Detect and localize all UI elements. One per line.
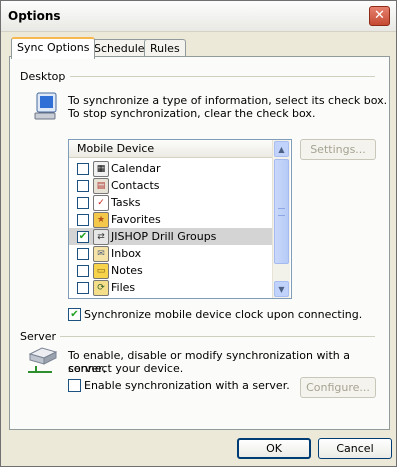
tab-panel: Desktop To synchronize a type of informa… — [9, 56, 390, 430]
list-item-tasks[interactable]: ✓ Tasks — [69, 194, 272, 211]
calendar-icon: ▦ — [93, 161, 109, 177]
tab-label: Rules — [150, 42, 180, 55]
clock-sync-label: Synchronize mobile device clock upon con… — [84, 308, 363, 321]
inbox-icon: ✉ — [93, 246, 109, 262]
server-section-label: Server — [20, 330, 57, 343]
sync-provider-icon: ⇄ — [93, 229, 109, 245]
list-item-label: Notes — [111, 264, 143, 277]
list-item-inbox[interactable]: ✉ Inbox — [69, 245, 272, 262]
tasks-icon: ✓ — [93, 195, 109, 211]
tab-sync-options[interactable]: Sync Options — [11, 37, 96, 59]
calendar-checkbox[interactable] — [77, 163, 89, 175]
list-item-favorites[interactable]: ★ Favorites — [69, 211, 272, 228]
notes-icon: ▭ — [93, 263, 109, 279]
clock-sync-checkbox[interactable]: ✔ — [68, 308, 81, 321]
scroll-down-icon[interactable]: ▼ — [274, 281, 289, 297]
desktop-divider — [70, 76, 375, 77]
list-item-jishop-drill-groups[interactable]: ✔ ⇄ JISHOP Drill Groups — [69, 228, 272, 245]
tab-label: Schedule — [94, 42, 145, 55]
contacts-checkbox[interactable] — [77, 180, 89, 192]
list-item-label: Favorites — [111, 213, 161, 226]
notes-checkbox[interactable] — [77, 265, 89, 277]
cancel-button[interactable]: Cancel — [318, 438, 392, 459]
contacts-icon: ▤ — [93, 178, 109, 194]
desktop-section-label: Desktop — [20, 70, 66, 83]
enable-server-sync-label: Enable synchronization with a server. — [84, 379, 290, 392]
scroll-thumb[interactable] — [274, 159, 289, 264]
ok-button[interactable]: OK — [237, 438, 311, 459]
window-title: Options — [8, 9, 61, 23]
list-item-label: Inbox — [111, 247, 142, 260]
options-dialog: Options ✕ Sync Options Schedule Rules De… — [0, 0, 397, 467]
inbox-checkbox[interactable] — [77, 248, 89, 260]
server-instruction-2: connect your device. — [68, 362, 184, 375]
jishop-drill-groups-checkbox[interactable]: ✔ — [77, 231, 89, 243]
files-icon: ⟳ — [93, 280, 109, 296]
list-column-header[interactable]: Mobile Device — [69, 140, 272, 158]
monitor-icon — [32, 91, 62, 126]
grip-icon — [278, 208, 285, 216]
list-item-contacts[interactable]: ▤ Contacts — [69, 177, 272, 194]
scroll-up-icon[interactable]: ▲ — [274, 141, 289, 157]
list-item-label: Files — [111, 281, 136, 294]
list-scrollbar[interactable]: ▲ ▼ — [272, 140, 290, 298]
server-divider — [60, 336, 375, 337]
enable-server-sync-checkbox[interactable] — [68, 379, 81, 392]
settings-button[interactable]: Settings... — [300, 139, 376, 160]
title-bar[interactable]: Options ✕ — [1, 1, 396, 32]
server-icon — [26, 346, 60, 379]
list-item-label: Tasks — [111, 196, 141, 209]
list-item-label: Contacts — [111, 179, 160, 192]
favorites-checkbox[interactable] — [77, 214, 89, 226]
list-item-label: JISHOP Drill Groups — [111, 230, 217, 243]
files-checkbox[interactable] — [77, 282, 89, 294]
desktop-instruction-1: To synchronize a type of information, se… — [68, 94, 388, 107]
list-item-calendar[interactable]: ▦ Calendar — [69, 160, 272, 177]
favorites-icon: ★ — [93, 212, 109, 228]
close-button[interactable]: ✕ — [369, 6, 390, 26]
sync-item-list[interactable]: Mobile Device ▦ Calendar ▤ Contacts ✓ Ta… — [68, 139, 292, 299]
tasks-checkbox[interactable] — [77, 197, 89, 209]
list-item-label: Calendar — [111, 162, 161, 175]
list-item-files[interactable]: ⟳ Files — [69, 279, 272, 296]
tab-label: Sync Options — [17, 41, 90, 54]
list-item-notes[interactable]: ▭ Notes — [69, 262, 272, 279]
desktop-instruction-2: To stop synchronization, clear the check… — [68, 107, 316, 120]
configure-button[interactable]: Configure... — [300, 377, 376, 398]
